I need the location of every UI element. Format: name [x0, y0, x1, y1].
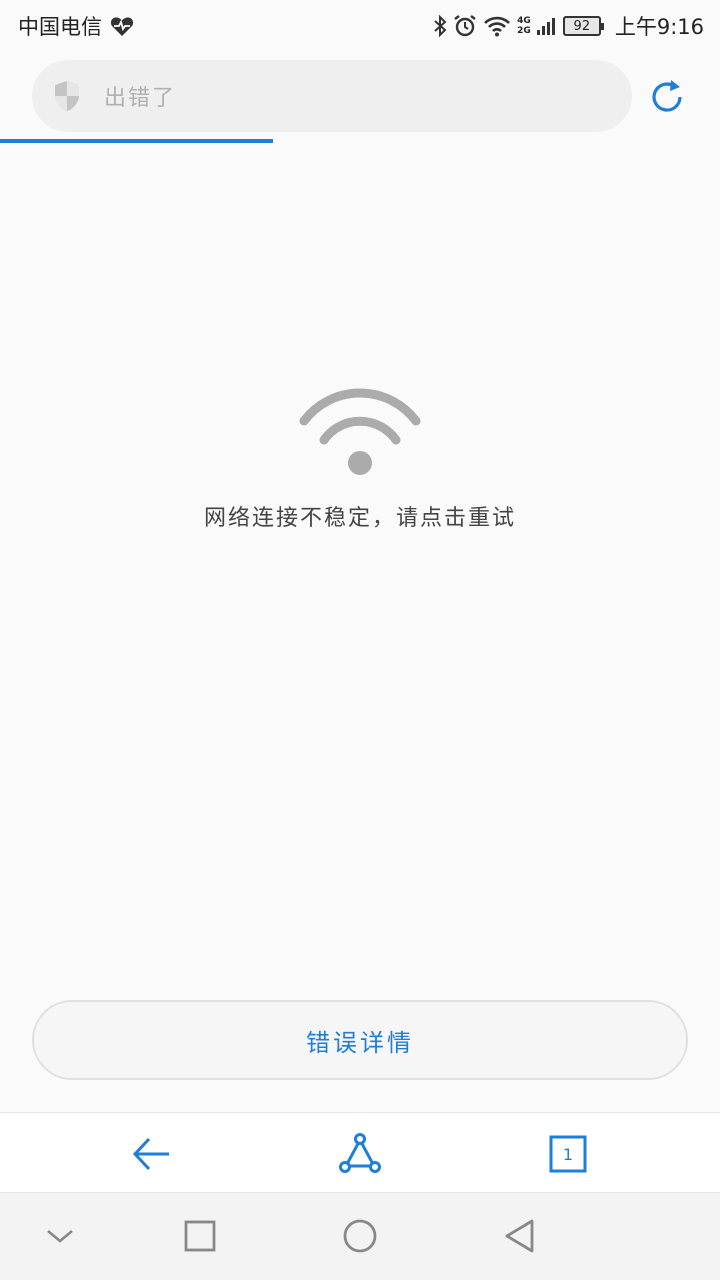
error-details-button[interactable]: 错误详情 [32, 1000, 688, 1080]
error-details-label: 错误详情 [306, 1028, 414, 1057]
network-type: 4G 2G [517, 16, 531, 36]
error-message[interactable]: 网络连接不稳定，请点击重试 [0, 500, 720, 532]
reload-button[interactable] [646, 76, 688, 118]
signal-icon [536, 18, 555, 35]
clock: 上午9:16 [614, 15, 704, 39]
shield-icon [55, 81, 79, 111]
square-icon [184, 1220, 216, 1252]
wifi-status-icon [484, 16, 511, 37]
circle-icon [343, 1219, 377, 1253]
system-nav-bar [0, 1192, 720, 1280]
back-button[interactable] [128, 1131, 174, 1177]
hide-nav-button[interactable] [37, 1213, 83, 1259]
browser-toolbar: 1 [0, 1112, 720, 1192]
home-button[interactable] [337, 1213, 383, 1259]
wifi-error-icon[interactable] [298, 385, 422, 481]
triangle-back-icon [505, 1219, 534, 1253]
status-right: 4G 2G 92 上午9:16 [433, 11, 704, 41]
alarm-icon [454, 15, 476, 37]
loading-progress-bar [0, 139, 273, 143]
status-left: 中国电信 [18, 11, 134, 41]
system-back-button[interactable] [497, 1213, 543, 1259]
status-bar: 中国电信 4G 2G 92 上午9:16 [0, 0, 720, 52]
share-icon [339, 1133, 381, 1173]
carrier-label: 中国电信 [18, 15, 102, 39]
health-heart-icon [110, 17, 134, 36]
reload-icon [652, 80, 682, 112]
tabs-count: 1 [563, 1145, 573, 1164]
address-bar[interactable]: 出错了 [32, 60, 632, 132]
battery-indicator: 92 [562, 16, 604, 36]
share-button[interactable] [337, 1131, 383, 1177]
recent-apps-button[interactable] [177, 1213, 223, 1259]
chevron-down-icon [47, 1230, 73, 1243]
tabs-button[interactable]: 1 [545, 1131, 591, 1177]
arrow-left-icon [132, 1137, 169, 1171]
bluetooth-icon [434, 14, 447, 38]
page-title: 出错了 [104, 86, 177, 111]
tabs-icon: 1 [549, 1135, 587, 1173]
